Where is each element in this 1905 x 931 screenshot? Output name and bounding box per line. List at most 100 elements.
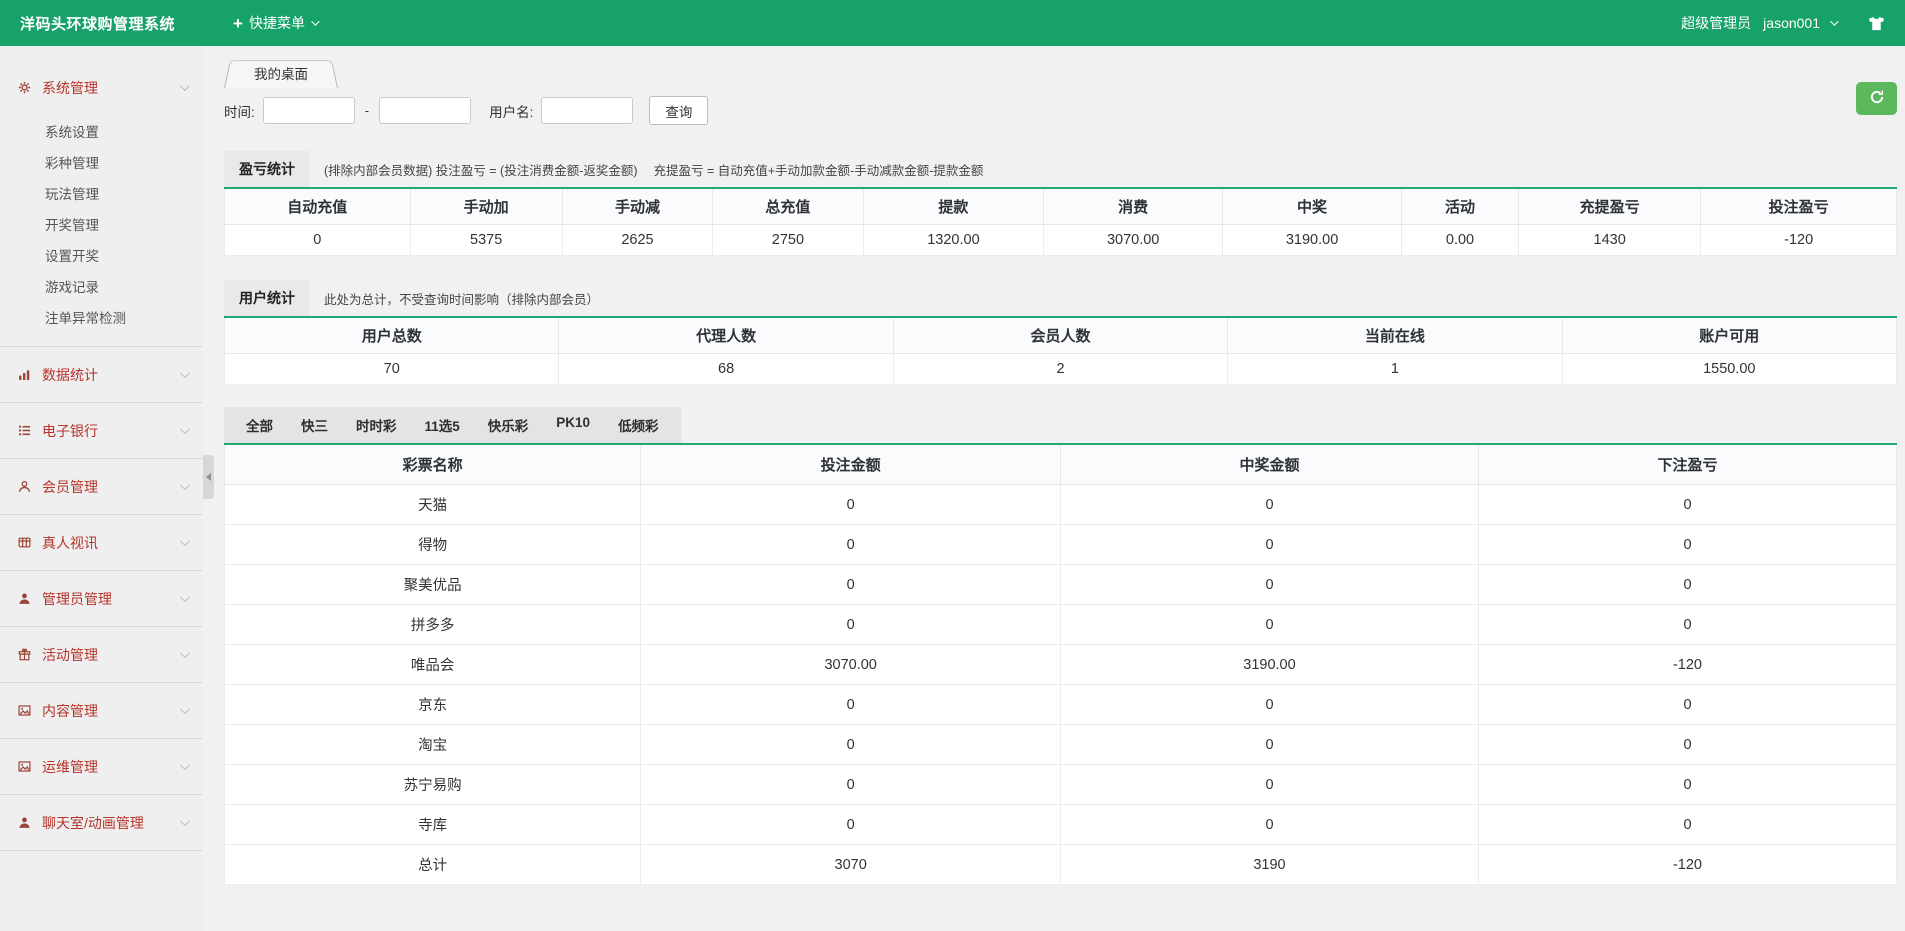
chevron-down-icon — [311, 17, 320, 26]
table-row: 淘宝 0 0 0 — [223, 724, 1898, 765]
refresh-icon — [1869, 89, 1885, 108]
profit-section-note: (排除内部会员数据) 投注盈亏 = (投注消费金额-返奖金额) 充提盈亏 = 自… — [324, 163, 984, 178]
cell-value: 0 — [640, 564, 1061, 605]
theme-tshirt-icon[interactable] — [1868, 16, 1885, 31]
sidebar-item-label: 电子银行 — [42, 422, 98, 439]
cell-value: 0 — [224, 224, 411, 256]
time-range-separator: - — [364, 103, 370, 118]
cell-value: 3190.00 — [1059, 644, 1479, 685]
cell-value: 0 — [640, 684, 1061, 725]
lottery-table: 彩票名称 投注金额 中奖金额 下注盈亏 天猫 0 0 0 得物 0 0 0 聚美… — [223, 443, 1898, 885]
cell-value: 0 — [1477, 804, 1898, 845]
table-row: 唯品会 3070.00 3190.00 -120 — [223, 644, 1898, 685]
cell-value: 0 — [640, 764, 1061, 805]
cell-value: 唯品会 — [223, 644, 642, 685]
cell-value: 1320.00 — [862, 224, 1045, 256]
time-to-input[interactable] — [379, 97, 472, 124]
gift-icon — [18, 648, 33, 661]
sidebar-item-member-management[interactable]: 会员管理 — [0, 459, 203, 514]
user-table: 用户总数 代理人数 会员人数 当前在线 账户可用 70 68 2 1 1550.… — [223, 316, 1898, 385]
username-dropdown[interactable]: jason001 — [1763, 15, 1820, 31]
tab-my-desktop[interactable]: 我的桌面 — [224, 57, 338, 88]
sidebar-item-label: 真人视讯 — [42, 534, 98, 551]
tab-shishicai[interactable]: 时时彩 — [342, 407, 411, 443]
col-header: 当前在线 — [1227, 316, 1563, 354]
table-row: 寺库 0 0 0 — [223, 804, 1898, 845]
tab-11xuan5[interactable]: 11选5 — [411, 407, 474, 443]
cell-value: 0 — [1059, 684, 1479, 725]
cell-value: 天猫 — [223, 484, 642, 525]
cell-value: 3070.00 — [640, 644, 1061, 685]
bar-chart-icon — [18, 368, 33, 381]
table-row: 京东 0 0 0 — [223, 684, 1898, 725]
username-label: 用户名: — [489, 104, 534, 120]
col-header: 总充值 — [712, 187, 864, 225]
cell-value: 0 — [1059, 524, 1479, 565]
sidebar-item-data-statistics[interactable]: 数据统计 — [0, 347, 203, 402]
chat-user-icon — [18, 816, 33, 829]
cell-value: 0 — [1059, 604, 1479, 645]
cell-value: -120 — [1477, 644, 1898, 685]
cell-value: 0.00 — [1400, 224, 1520, 256]
sidebar-item-content-management[interactable]: 内容管理 — [0, 683, 203, 738]
sidebar-subitem[interactable]: 彩种管理 — [0, 148, 203, 179]
sidebar-subitem[interactable]: 注单异常检测 — [0, 303, 203, 334]
chevron-down-icon — [179, 536, 190, 547]
quick-menu-button[interactable]: + 快捷菜单 — [233, 13, 320, 33]
sidebar-item-system-management[interactable]: 系统管理 — [0, 60, 203, 115]
col-header: 用户总数 — [223, 316, 560, 354]
chevron-down-icon — [179, 368, 190, 379]
cell-value: -120 — [1700, 224, 1897, 256]
sidebar-item-label: 数据统计 — [42, 366, 98, 383]
sidebar-item-live-video[interactable]: 真人视讯 — [0, 515, 203, 570]
sidebar-item-chatroom-animation[interactable]: 聊天室/动画管理 — [0, 795, 203, 850]
search-button[interactable]: 查询 — [649, 96, 709, 125]
chevron-down-icon — [179, 704, 190, 715]
col-header: 账户可用 — [1561, 316, 1898, 354]
cell-value: 京东 — [223, 684, 642, 725]
cell-value: 3190 — [1059, 844, 1479, 885]
col-header: 消费 — [1043, 187, 1224, 225]
table-row: 天猫 0 0 0 — [223, 484, 1898, 525]
time-from-input[interactable] — [262, 97, 355, 124]
sidebar-item-label: 运维管理 — [42, 758, 98, 775]
table-row: 苏宁易购 0 0 0 — [223, 764, 1898, 805]
table-row: 拼多多 0 0 0 — [223, 604, 1898, 645]
table-row: 总计 3070 3190 -120 — [223, 844, 1898, 885]
table-row: 70 68 2 1 1550.00 — [223, 353, 1898, 385]
sidebar-item-label: 聊天室/动画管理 — [42, 814, 144, 831]
sidebar-subitem[interactable]: 系统设置 — [0, 117, 203, 148]
sidebar-submenu: 系统设置 彩种管理 玩法管理 开奖管理 设置开奖 游戏记录 注单异常检测 — [0, 115, 203, 346]
cell-value: 0 — [1477, 684, 1898, 725]
tab-pk10[interactable]: PK10 — [542, 407, 604, 443]
tab-kuaisan[interactable]: 快三 — [287, 407, 342, 443]
cell-value: 1550.00 — [1561, 353, 1898, 385]
cell-value: -120 — [1477, 844, 1898, 885]
cell-value: 总计 — [223, 844, 642, 885]
sidebar-collapse-handle[interactable] — [203, 455, 214, 499]
cell-value: 0 — [1059, 804, 1479, 845]
cell-value: 2750 — [712, 224, 864, 256]
sidebar-subitem[interactable]: 开奖管理 — [0, 210, 203, 241]
tab-kuailecai[interactable]: 快乐彩 — [474, 407, 543, 443]
sidebar-subitem[interactable]: 游戏记录 — [0, 272, 203, 303]
col-header: 中奖 — [1222, 187, 1402, 225]
cell-value: 0 — [640, 804, 1061, 845]
sidebar-item-admin-management[interactable]: 管理员管理 — [0, 571, 203, 626]
sidebar-item-activity-management[interactable]: 活动管理 — [0, 627, 203, 682]
sidebar-item-label: 管理员管理 — [42, 590, 112, 607]
sidebar-item-ops-management[interactable]: 运维管理 — [0, 739, 203, 794]
col-header: 代理人数 — [558, 316, 894, 354]
refresh-button[interactable] — [1856, 82, 1897, 115]
sidebar-subitem[interactable]: 设置开奖 — [0, 241, 203, 272]
username-input[interactable] — [541, 97, 634, 124]
sidebar-subitem[interactable]: 玩法管理 — [0, 179, 203, 210]
tab-all[interactable]: 全部 — [232, 407, 287, 443]
cell-value: 0 — [640, 604, 1061, 645]
cell-value: 0 — [1477, 564, 1898, 605]
sidebar-item-e-banking[interactable]: 电子银行 — [0, 403, 203, 458]
cell-value: 70 — [223, 353, 560, 385]
tab-dipincai[interactable]: 低频彩 — [604, 407, 673, 443]
cell-value: 0 — [1477, 764, 1898, 805]
profit-table: 自动充值 手动加 手动减 总充值 提款 消费 中奖 活动 充提盈亏 投注盈亏 0… — [224, 187, 1897, 256]
